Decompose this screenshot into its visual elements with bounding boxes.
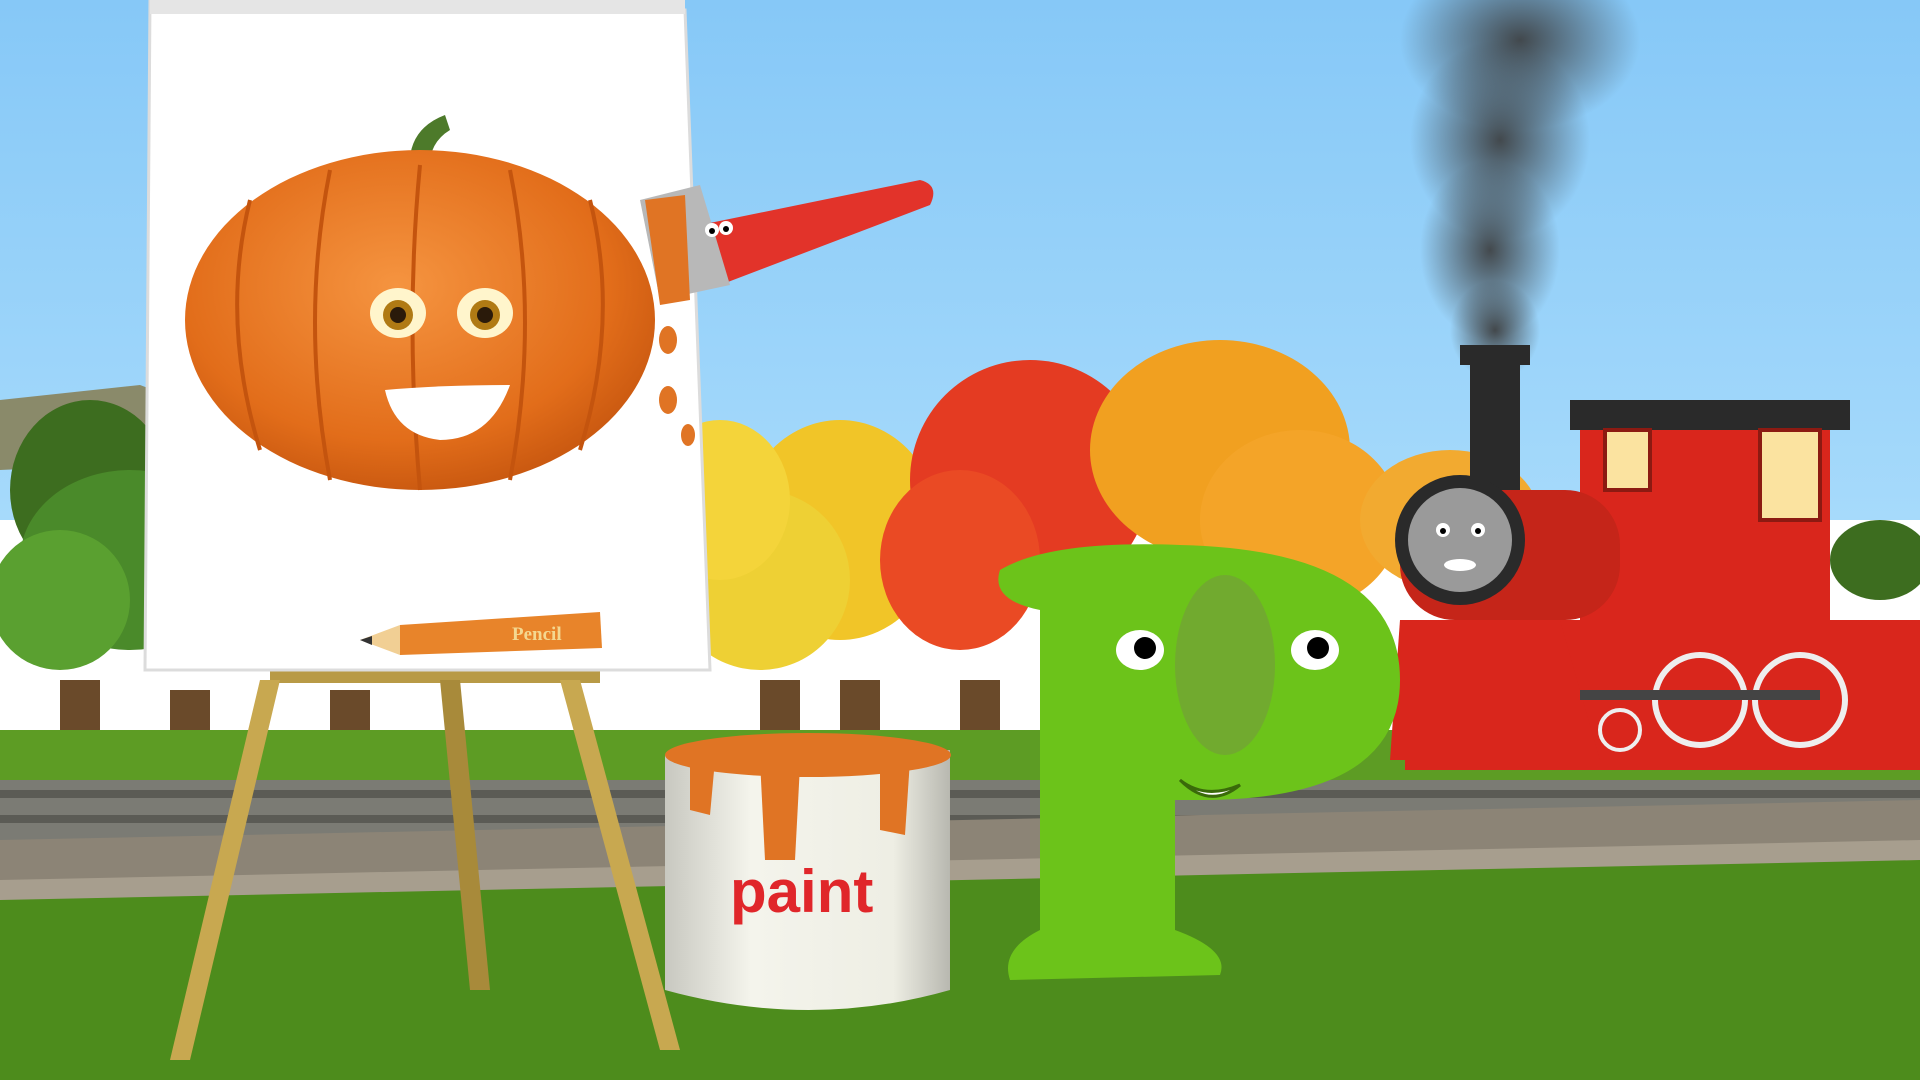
paint-can-label: paint — [730, 858, 873, 925]
paint-can: paint — [665, 733, 951, 1010]
train-face — [1408, 488, 1512, 592]
train-wheel — [1598, 708, 1642, 752]
cartoon-scene: Pencil paint — [0, 0, 1920, 1080]
pencil-label: Pencil — [512, 624, 562, 645]
